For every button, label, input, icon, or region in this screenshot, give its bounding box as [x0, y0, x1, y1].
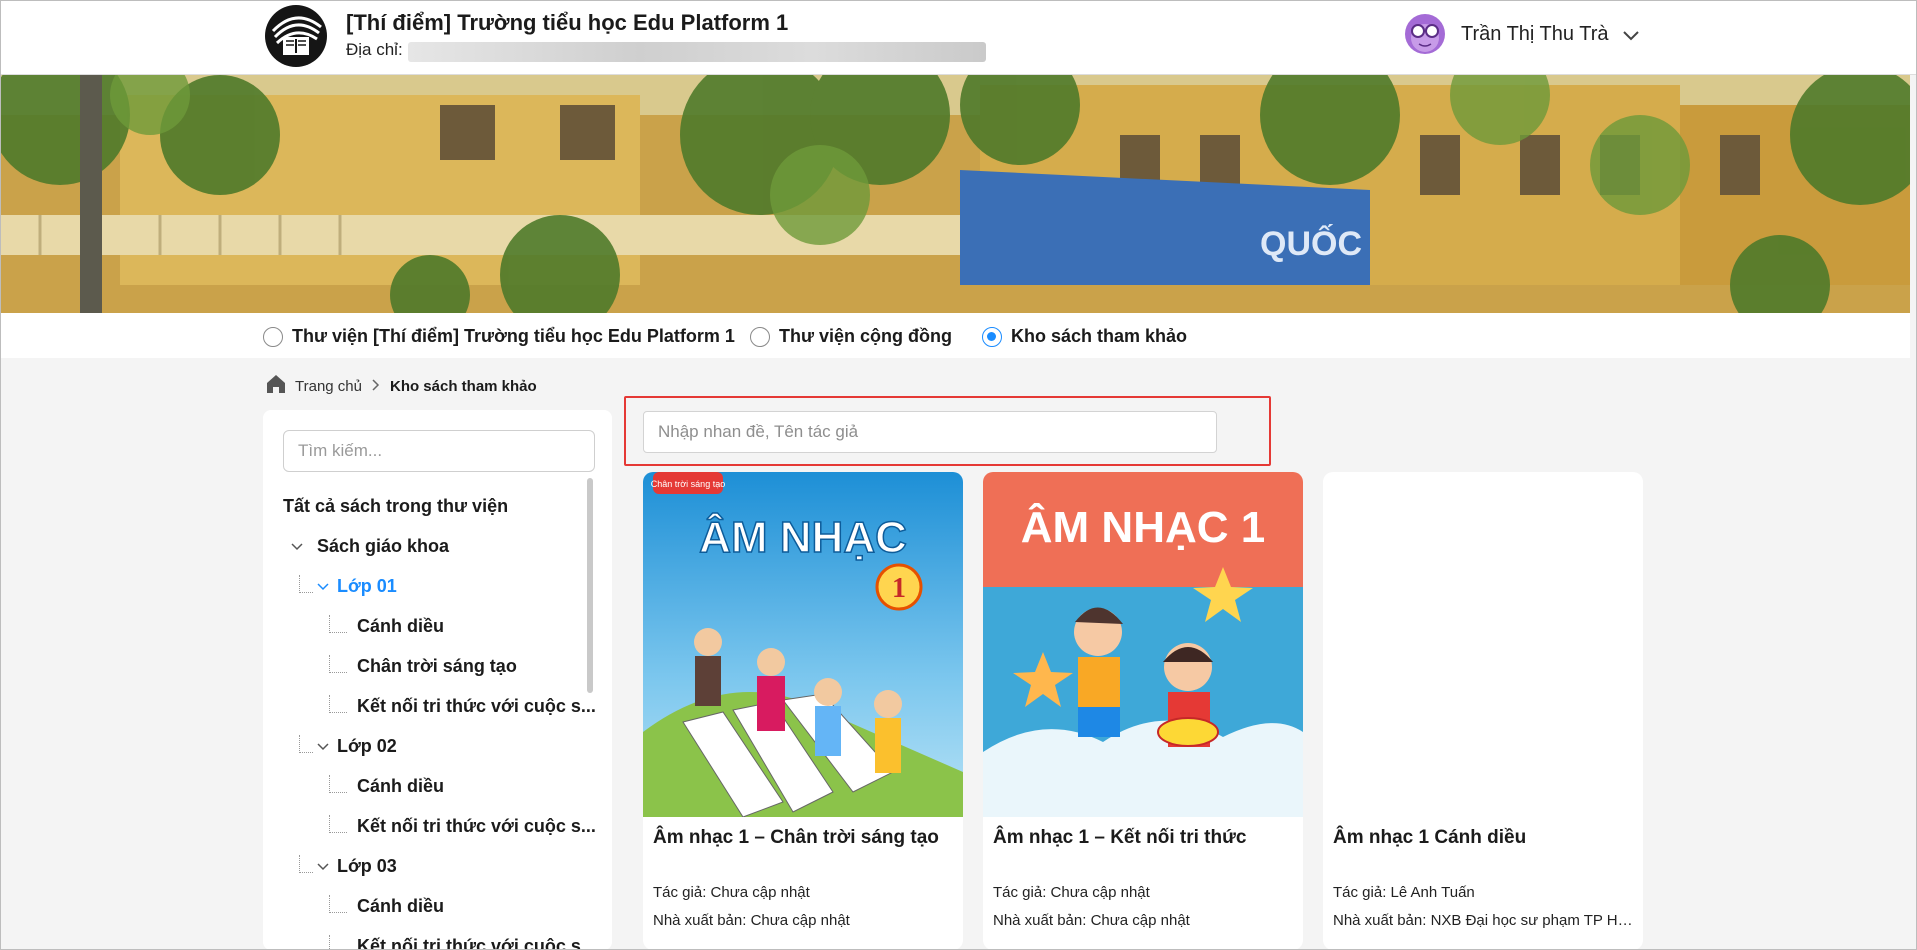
book-cover-image[interactable]: Chân trời sáng tạo ÂM NHẠC 1	[643, 472, 963, 817]
tree-connector	[329, 814, 347, 833]
user-name[interactable]: Trần Thị Thu Trà	[1461, 23, 1608, 46]
tree-node-label: Lớp 02	[337, 736, 397, 756]
tree-node-ket-noi-tri-thuc[interactable]: Kết nối tri thức với cuộc s...	[329, 934, 596, 950]
cover-title-text: ÂM NHẠC 1	[1021, 502, 1265, 552]
tree-node-label: Cánh diều	[357, 896, 445, 916]
sidebar-search-input[interactable]	[283, 430, 595, 472]
tree-node-grade-03[interactable]: Lớp 03	[299, 854, 397, 877]
radio-label: Kho sách tham khảo	[1011, 326, 1188, 346]
book-publisher: Nhà xuất bản: Chưa cập nhật	[993, 912, 1190, 929]
tree-connector	[299, 734, 313, 753]
book-cover-empty[interactable]	[1323, 472, 1643, 817]
school-banner-image: QUỐC	[0, 75, 1910, 313]
tree-connector	[329, 694, 347, 713]
category-sidebar: Tất cả sách trong thư viện Sách giáo kho…	[263, 410, 612, 950]
chevron-down-icon[interactable]	[1620, 24, 1642, 46]
tree-connector	[329, 894, 347, 913]
home-icon[interactable]	[265, 373, 287, 399]
book-title[interactable]: Âm nhạc 1 – Chân trời sáng tạo	[653, 827, 939, 849]
book-cover-image[interactable]: ÂM NHẠC 1	[983, 472, 1303, 817]
tree-connector	[329, 654, 347, 673]
header: [Thí điểm] Trường tiểu học Edu Platform …	[0, 0, 1917, 75]
tree-node-label: Kết nối tri thức với cuộc s...	[357, 936, 596, 950]
tree-node-canh-dieu[interactable]: Cánh diều	[329, 614, 445, 637]
address-label: Địa chỉ:	[346, 40, 403, 59]
book-card[interactable]: ÂM NHẠC 1 Âm nhạc 1 – Kết nối tri thức T…	[983, 472, 1303, 950]
school-name: [Thí điểm] Trường tiểu học Edu Platform …	[346, 10, 789, 35]
tree-root-all-books[interactable]: Tất cả sách trong thư viện	[283, 496, 508, 517]
radio-button[interactable]	[750, 326, 770, 347]
tree-connector	[329, 934, 347, 950]
radio-label: Thư viện [Thí điểm] Trường tiểu học Edu …	[292, 326, 735, 346]
book-card[interactable]: Âm nhạc 1 Cánh diều Tác giả: Lê Anh Tuấn…	[1323, 472, 1643, 950]
radio-label: Thư viện cộng đồng	[779, 326, 953, 346]
book-author: Tác giả: Chưa cập nhật	[653, 884, 810, 901]
breadcrumb-home[interactable]: Trang chủ	[295, 378, 362, 395]
book-publisher: Nhà xuất bản: NXB Đại học sư phạm TP Hồ.…	[1333, 912, 1638, 929]
tree-node-label: Kết nối tri thức với cuộc s...	[357, 696, 596, 716]
cover-title-text: ÂM NHẠC	[699, 512, 907, 562]
tree-node-textbooks[interactable]: Sách giáo khoa	[289, 536, 449, 557]
user-avatar[interactable]	[1405, 14, 1445, 54]
tree-node-ket-noi-tri-thuc[interactable]: Kết nối tri thức với cuộc s...	[329, 694, 596, 717]
radio-button[interactable]	[263, 326, 283, 347]
tree-connector	[329, 614, 347, 633]
book-author: Tác giả: Lê Anh Tuấn	[1333, 884, 1475, 901]
sidebar-scrollbar[interactable]	[587, 478, 593, 693]
tree-node-label: Chân trời sáng tạo	[357, 656, 517, 676]
tree-node-label: Kết nối tri thức với cuộc s...	[357, 816, 596, 836]
radio-community-library[interactable]: Thư viện cộng đồng	[750, 326, 952, 347]
radio-reference-library[interactable]: Kho sách tham khảo	[982, 326, 1187, 347]
chevron-right-icon	[370, 378, 382, 395]
book-search-input[interactable]	[643, 411, 1217, 453]
tree-connector	[299, 854, 313, 873]
tree-node-label: Cánh diều	[357, 776, 445, 796]
cover-badge-text: Chân trời sáng tạo	[651, 479, 725, 489]
tree-node-canh-dieu[interactable]: Cánh diều	[329, 774, 445, 797]
address-value-redacted	[408, 42, 986, 62]
chevron-down-icon[interactable]	[289, 539, 305, 555]
breadcrumb: Trang chủ Kho sách tham khảo	[265, 373, 537, 399]
chevron-down-icon[interactable]	[315, 739, 331, 755]
tree-node-canh-dieu[interactable]: Cánh diều	[329, 894, 445, 917]
tree-node-label: Cánh diều	[357, 616, 445, 636]
tree-node-chan-troi-sang-tao[interactable]: Chân trời sáng tạo	[329, 654, 517, 677]
radio-school-library[interactable]: Thư viện [Thí điểm] Trường tiểu học Edu …	[263, 326, 735, 347]
tree-node-grade-01[interactable]: Lớp 01	[299, 574, 397, 597]
book-card[interactable]: Chân trời sáng tạo ÂM NHẠC 1 Âm nhạc 1 –…	[643, 472, 963, 950]
tree-node-label: Sách giáo khoa	[317, 536, 450, 556]
book-publisher: Nhà xuất bản: Chưa cập nhật	[653, 912, 850, 929]
tree-node-ket-noi-tri-thuc[interactable]: Kết nối tri thức với cuộc s...	[329, 814, 596, 837]
library-selector: Thư viện [Thí điểm] Trường tiểu học Edu …	[0, 313, 1910, 358]
book-title[interactable]: Âm nhạc 1 – Kết nối tri thức	[993, 827, 1246, 849]
chevron-down-icon[interactable]	[315, 579, 331, 595]
tree-node-label: Lớp 03	[337, 856, 397, 876]
school-logo[interactable]	[265, 5, 327, 67]
tree-connector	[329, 774, 347, 793]
cover-number-text: 1	[892, 573, 906, 604]
breadcrumb-current: Kho sách tham khảo	[389, 377, 537, 395]
book-title[interactable]: Âm nhạc 1 Cánh diều	[1333, 827, 1526, 849]
tree-connector	[299, 574, 313, 593]
tree-node-grade-02[interactable]: Lớp 02	[299, 734, 397, 757]
radio-button-selected[interactable]	[982, 326, 1002, 347]
tree-node-label: Lớp 01	[337, 576, 397, 596]
chevron-down-icon[interactable]	[315, 859, 331, 875]
svg-text:QUỐC: QUỐC	[1260, 224, 1362, 263]
book-author: Tác giả: Chưa cập nhật	[993, 884, 1150, 901]
